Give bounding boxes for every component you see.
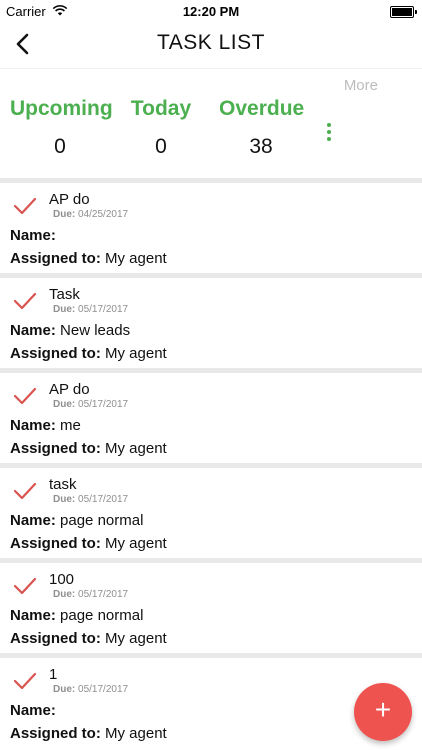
task-assigned-row: Assigned to: My agent [10,535,167,552]
due-label: Due: [53,494,76,505]
due-date: 05/17/2017 [78,494,129,505]
task-name-row: Name: page normal [10,607,143,624]
task-title: task [49,476,77,493]
battery-icon [390,6,417,18]
nav-bar: TASK LIST [0,22,422,68]
task-title: 1 [49,666,58,683]
task-assignee: My agent [105,630,167,647]
due-label: Due: [53,399,76,410]
stat-today-count: 0 [155,135,167,158]
task-list: AP do Due: 04/25/2017 Name: Assigned to:… [0,178,422,748]
status-time: 12:20 PM [182,4,240,19]
assigned-label: Assigned to: [10,250,101,267]
checkmark-icon [13,292,37,310]
due-label: Due: [53,304,76,315]
task-name-row: Name: page normal [10,512,143,529]
name-label: Name: [10,417,56,434]
page-title: TASK LIST [157,31,265,54]
task-card[interactable]: AP do Due: 04/25/2017 Name: Assigned to:… [0,178,422,273]
name-label: Name: [10,227,56,244]
task-card[interactable]: 100 Due: 05/17/2017 Name: page normal As… [0,558,422,653]
due-date: 05/17/2017 [78,304,129,315]
stat-upcoming-count: 0 [54,135,66,158]
task-due: Due: 05/17/2017 [53,399,128,410]
task-name-row: Name: me [10,417,81,434]
due-date: 05/17/2017 [78,589,129,600]
task-name-row: Name: New leads [10,322,130,339]
task-card[interactable]: Task Due: 05/17/2017 Name: New leads Ass… [0,273,422,368]
task-card[interactable]: task Due: 05/17/2017 Name: page normal A… [0,463,422,558]
task-due: Due: 05/17/2017 [53,589,128,600]
task-name-row: Name: [10,702,56,719]
plus-icon: + [374,694,392,725]
task-assigned-row: Assigned to: My agent [10,250,167,267]
assigned-label: Assigned to: [10,630,101,647]
task-title: AP do [49,381,90,398]
task-name-row: Name: [10,227,56,244]
task-due: Due: 05/17/2017 [53,684,128,695]
add-task-button[interactable]: + [354,683,412,741]
stat-upcoming-label: Upcoming [10,97,113,120]
due-label: Due: [53,684,76,695]
status-bar: Carrier 12:20 PM [0,0,422,22]
checkmark-icon [13,197,37,215]
checkmark-icon [13,672,37,690]
task-title: Task [49,286,80,303]
task-name: New leads [60,322,131,339]
stat-today-label: Today [130,97,192,120]
stat-upcoming[interactable]: Upcoming 0 [10,97,113,159]
task-name: page normal [60,512,144,529]
task-due: Due: 04/25/2017 [53,209,128,220]
task-title: 100 [49,571,75,588]
task-assigned-row: Assigned to: My agent [10,630,167,647]
more-options-icon[interactable] [324,123,334,141]
due-date: 05/17/2017 [78,399,129,410]
task-name: me [60,417,81,434]
name-label: Name: [10,607,56,624]
task-card[interactable]: AP do Due: 05/17/2017 Name: me Assigned … [0,368,422,463]
name-label: Name: [10,512,56,529]
due-date: 04/25/2017 [78,209,129,220]
task-assignee: My agent [105,725,167,742]
checkmark-icon [13,577,37,595]
more-link[interactable]: More [344,77,378,94]
checkmark-icon [13,482,37,500]
task-due: Due: 05/17/2017 [53,304,128,315]
stat-today[interactable]: Today 0 [130,97,192,159]
stat-overdue-count: 38 [249,135,273,158]
task-assigned-row: Assigned to: My agent [10,725,167,742]
task-stats: More Upcoming 0 Today 0 Overdue 38 [0,68,422,179]
assigned-label: Assigned to: [10,345,101,362]
task-assignee: My agent [105,440,167,457]
stat-overdue-label: Overdue [219,97,305,120]
stat-overdue[interactable]: Overdue 38 [219,97,305,159]
task-assignee: My agent [105,345,167,362]
task-name: page normal [60,607,144,624]
due-label: Due: [53,589,76,600]
task-assignee: My agent [105,250,167,267]
checkmark-icon [13,387,37,405]
assigned-label: Assigned to: [10,725,101,742]
assigned-label: Assigned to: [10,535,101,552]
due-date: 05/17/2017 [78,684,129,695]
task-assignee: My agent [105,535,167,552]
assigned-label: Assigned to: [10,440,101,457]
name-label: Name: [10,702,56,719]
task-assigned-row: Assigned to: My agent [10,440,167,457]
task-due: Due: 05/17/2017 [53,494,128,505]
task-title: AP do [49,191,90,208]
name-label: Name: [10,322,56,339]
task-assigned-row: Assigned to: My agent [10,345,167,362]
due-label: Due: [53,209,76,220]
